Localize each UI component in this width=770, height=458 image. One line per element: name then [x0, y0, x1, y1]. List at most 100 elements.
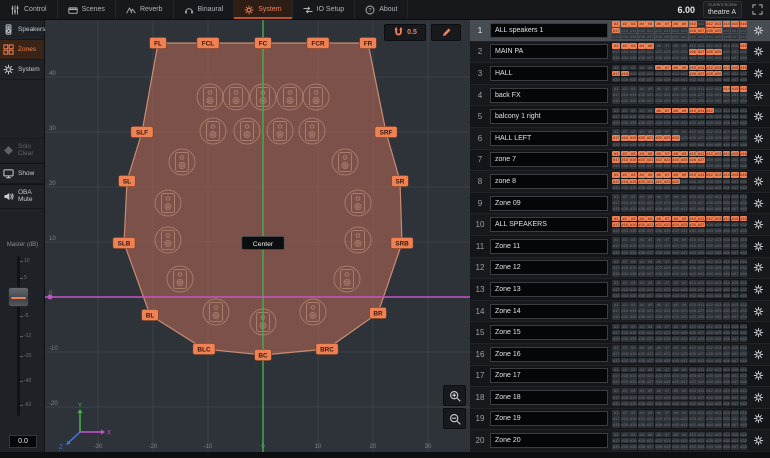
speaker-chip[interactable]: #6 — [655, 302, 663, 308]
speaker-chip[interactable]: #15 — [731, 259, 739, 265]
speaker-chip[interactable]: #24 — [672, 395, 680, 401]
speaker-chip[interactable]: #32 — [740, 71, 748, 77]
speaker-chip[interactable]: #12 — [706, 43, 714, 49]
speaker-chip[interactable]: #43 — [697, 401, 705, 407]
speaker-chip[interactable]: #45 — [714, 206, 722, 212]
speaker-chip[interactable]: #15 — [731, 21, 739, 27]
speaker-chip[interactable]: #44 — [706, 250, 714, 256]
speaker-chip[interactable]: #9 — [680, 237, 688, 243]
speaker-chip[interactable]: #45 — [714, 401, 722, 407]
speaker-chip[interactable]: #41 — [680, 314, 688, 320]
speaker-chip[interactable]: #40 — [672, 358, 680, 364]
speaker-chip[interactable]: #20 — [638, 373, 646, 379]
speaker-chip[interactable]: #24 — [672, 92, 680, 98]
speaker-chip[interactable]: #17 — [612, 373, 620, 379]
speaker-chip[interactable]: #29 — [714, 265, 722, 271]
speaker-chip[interactable]: #9 — [680, 302, 688, 308]
speaker-chip[interactable]: #9 — [680, 345, 688, 351]
speaker-chip[interactable]: #11 — [697, 129, 705, 135]
speaker-chip[interactable]: #30 — [723, 373, 731, 379]
speaker-chip[interactable]: #44 — [706, 98, 714, 104]
speaker-chip[interactable]: #27 — [697, 49, 705, 55]
speaker-chip[interactable]: #14 — [723, 345, 731, 351]
speaker-chip[interactable]: #1 — [612, 367, 620, 373]
speaker-chip[interactable]: #13 — [714, 216, 722, 222]
speaker-chip[interactable]: #4 — [638, 43, 646, 49]
speaker-chip[interactable]: #11 — [697, 194, 705, 200]
speaker-chip[interactable]: #44 — [706, 358, 714, 364]
zone-name-field[interactable]: ALL speakers 1 — [490, 23, 608, 38]
speaker-chip[interactable]: #5 — [646, 388, 654, 394]
zoom-out-button[interactable] — [443, 408, 466, 429]
speaker-chip[interactable]: #11 — [697, 367, 705, 373]
speaker-chip[interactable]: #15 — [731, 432, 739, 438]
speaker-chip[interactable]: #43 — [697, 77, 705, 83]
speaker-chip[interactable]: #37 — [646, 55, 654, 61]
speaker-label-BR[interactable]: BR — [370, 308, 387, 319]
speaker-chip[interactable]: #18 — [621, 373, 629, 379]
zone-settings-button[interactable] — [751, 304, 765, 318]
speaker-chip[interactable]: #11 — [697, 410, 705, 416]
speaker-chip[interactable]: #42 — [689, 293, 697, 299]
speaker-chip[interactable]: #26 — [689, 200, 697, 206]
speaker-chip[interactable]: #42 — [689, 163, 697, 169]
speaker-chip[interactable]: #10 — [689, 367, 697, 373]
speaker-chip[interactable]: #6 — [655, 432, 663, 438]
speaker-chip[interactable]: #16 — [740, 108, 748, 114]
speaker-chip[interactable]: #10 — [689, 43, 697, 49]
zone-name-field[interactable]: Zone 18 — [490, 390, 608, 405]
speaker-chip[interactable]: #33 — [612, 228, 620, 234]
speaker-chip[interactable]: #13 — [714, 432, 722, 438]
speaker-chip[interactable]: #38 — [655, 98, 663, 104]
speaker-chip[interactable]: #29 — [714, 416, 722, 422]
speaker-chip[interactable]: #2 — [621, 172, 629, 178]
speaker-chip[interactable]: #46 — [723, 444, 731, 450]
speaker-chip[interactable]: #15 — [731, 388, 739, 394]
speaker-chip[interactable]: #11 — [697, 432, 705, 438]
speaker-chip[interactable]: #17 — [612, 28, 620, 34]
zone-row-19[interactable]: 19Zone 19#1#2#3#4#5#6#7#8#9#10#11#12#13#… — [470, 409, 770, 431]
speaker-chip[interactable]: #44 — [706, 77, 714, 83]
speaker-chip[interactable]: #20 — [638, 92, 646, 98]
speaker-chip[interactable]: #48 — [740, 271, 748, 277]
speaker-chip[interactable]: #1 — [612, 43, 620, 49]
speaker-chip[interactable]: #20 — [638, 179, 646, 185]
speaker-chip[interactable]: #1 — [612, 86, 620, 92]
zone-row-7[interactable]: 7zone 7#1#2#3#4#5#6#7#8#9#10#11#12#13#14… — [470, 150, 770, 172]
speaker-chip[interactable]: #3 — [629, 280, 637, 286]
speaker-chip[interactable]: #39 — [663, 293, 671, 299]
speaker-chip[interactable]: #2 — [621, 216, 629, 222]
speaker-chip[interactable]: #8 — [672, 345, 680, 351]
speaker-chip[interactable]: #6 — [655, 108, 663, 114]
speaker-chip[interactable]: #26 — [689, 28, 697, 34]
speaker-chip[interactable]: #27 — [697, 92, 705, 98]
speaker-chip[interactable]: #44 — [706, 293, 714, 299]
speaker-chip[interactable]: #5 — [646, 432, 654, 438]
speaker-chip[interactable]: #31 — [731, 28, 739, 34]
speaker-chip[interactable]: #28 — [706, 135, 714, 141]
speaker-chip[interactable]: #48 — [740, 379, 748, 385]
speaker-chip[interactable]: #10 — [689, 432, 697, 438]
zone-settings-button[interactable] — [751, 174, 765, 188]
speaker-chip[interactable]: #13 — [714, 108, 722, 114]
speaker-chip[interactable]: #34 — [621, 77, 629, 83]
speaker-chip[interactable]: #17 — [612, 114, 620, 120]
speaker-chip[interactable]: #3 — [629, 259, 637, 265]
speaker-chip[interactable]: #3 — [629, 388, 637, 394]
speaker-chip[interactable]: #38 — [655, 358, 663, 364]
speaker-chip[interactable]: #8 — [672, 432, 680, 438]
speaker-chip[interactable]: #45 — [714, 142, 722, 148]
speaker-chip[interactable]: #36 — [638, 34, 646, 40]
speaker-chip[interactable]: #46 — [723, 250, 731, 256]
speaker-label-SLB[interactable]: SLB — [113, 238, 135, 249]
speaker-chip[interactable]: #13 — [714, 151, 722, 157]
speaker-chip[interactable]: #25 — [680, 373, 688, 379]
speaker-label-FC[interactable]: FC — [255, 38, 272, 49]
speaker-chip[interactable]: #21 — [646, 200, 654, 206]
speaker-chip[interactable]: #34 — [621, 185, 629, 191]
speaker-chip[interactable]: #4 — [638, 367, 646, 373]
speaker-chip[interactable]: #18 — [621, 135, 629, 141]
speaker-chip[interactable]: #42 — [689, 206, 697, 212]
speaker-chip[interactable]: #20 — [638, 265, 646, 271]
sidebar-tool-show[interactable]: Show — [0, 163, 44, 184]
